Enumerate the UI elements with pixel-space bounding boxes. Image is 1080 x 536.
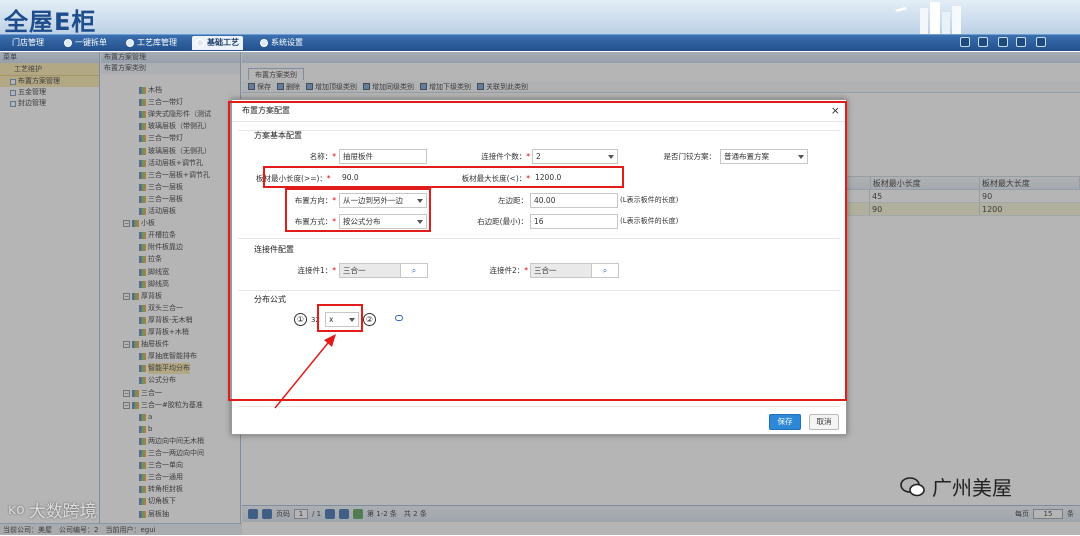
save-button[interactable]: 保存 xyxy=(769,414,801,430)
menu-tab-label: 系统设置 xyxy=(271,38,303,47)
gear-icon[interactable] xyxy=(1016,37,1026,47)
home-icon[interactable] xyxy=(960,37,970,47)
gear-icon xyxy=(196,39,204,47)
watermark-left: ᴋᴏ 大数跨境 xyxy=(8,497,97,523)
menu-tab-split[interactable]: 一键拆单 xyxy=(60,36,111,50)
annotation-box-operator xyxy=(317,304,363,332)
cancel-button[interactable]: 取消 xyxy=(809,414,839,430)
menu-tab-basic-process[interactable]: 基础工艺 xyxy=(192,36,243,50)
skyline-graphic xyxy=(895,2,961,34)
check-icon xyxy=(126,39,134,47)
menu-tab-settings[interactable]: 系统设置 xyxy=(256,36,307,50)
annotation-arrow xyxy=(274,334,336,409)
annotation-box-direction xyxy=(285,188,431,232)
app-banner: 全屋E柜 xyxy=(0,0,1080,34)
annotation-box-length xyxy=(263,166,624,188)
app-logo: 全屋E柜 xyxy=(4,8,97,34)
settings-icon xyxy=(260,39,268,47)
menu-tab-process-lib[interactable]: 工艺库管理 xyxy=(122,36,181,50)
menu-tab-label: 门店管理 xyxy=(12,38,44,47)
user-icon[interactable] xyxy=(998,37,1008,47)
watermark-logo-icon: ᴋᴏ xyxy=(8,501,25,518)
exit-icon[interactable] xyxy=(1036,37,1046,47)
watermark-text: 大数跨境 xyxy=(28,502,97,522)
check-icon xyxy=(64,39,72,47)
menu-tab-label: 一键拆单 xyxy=(75,38,107,47)
menu-tab-label: 工艺库管理 xyxy=(137,38,177,47)
menu-tab-label: 基础工艺 xyxy=(207,38,239,47)
wechat-icon xyxy=(900,476,925,496)
message-icon[interactable] xyxy=(978,37,988,47)
watermark-right: 广州美屋 xyxy=(900,472,1012,501)
menu-tab-store[interactable]: 门店管理 xyxy=(8,36,48,50)
watermark-text: 广州美屋 xyxy=(932,476,1012,500)
